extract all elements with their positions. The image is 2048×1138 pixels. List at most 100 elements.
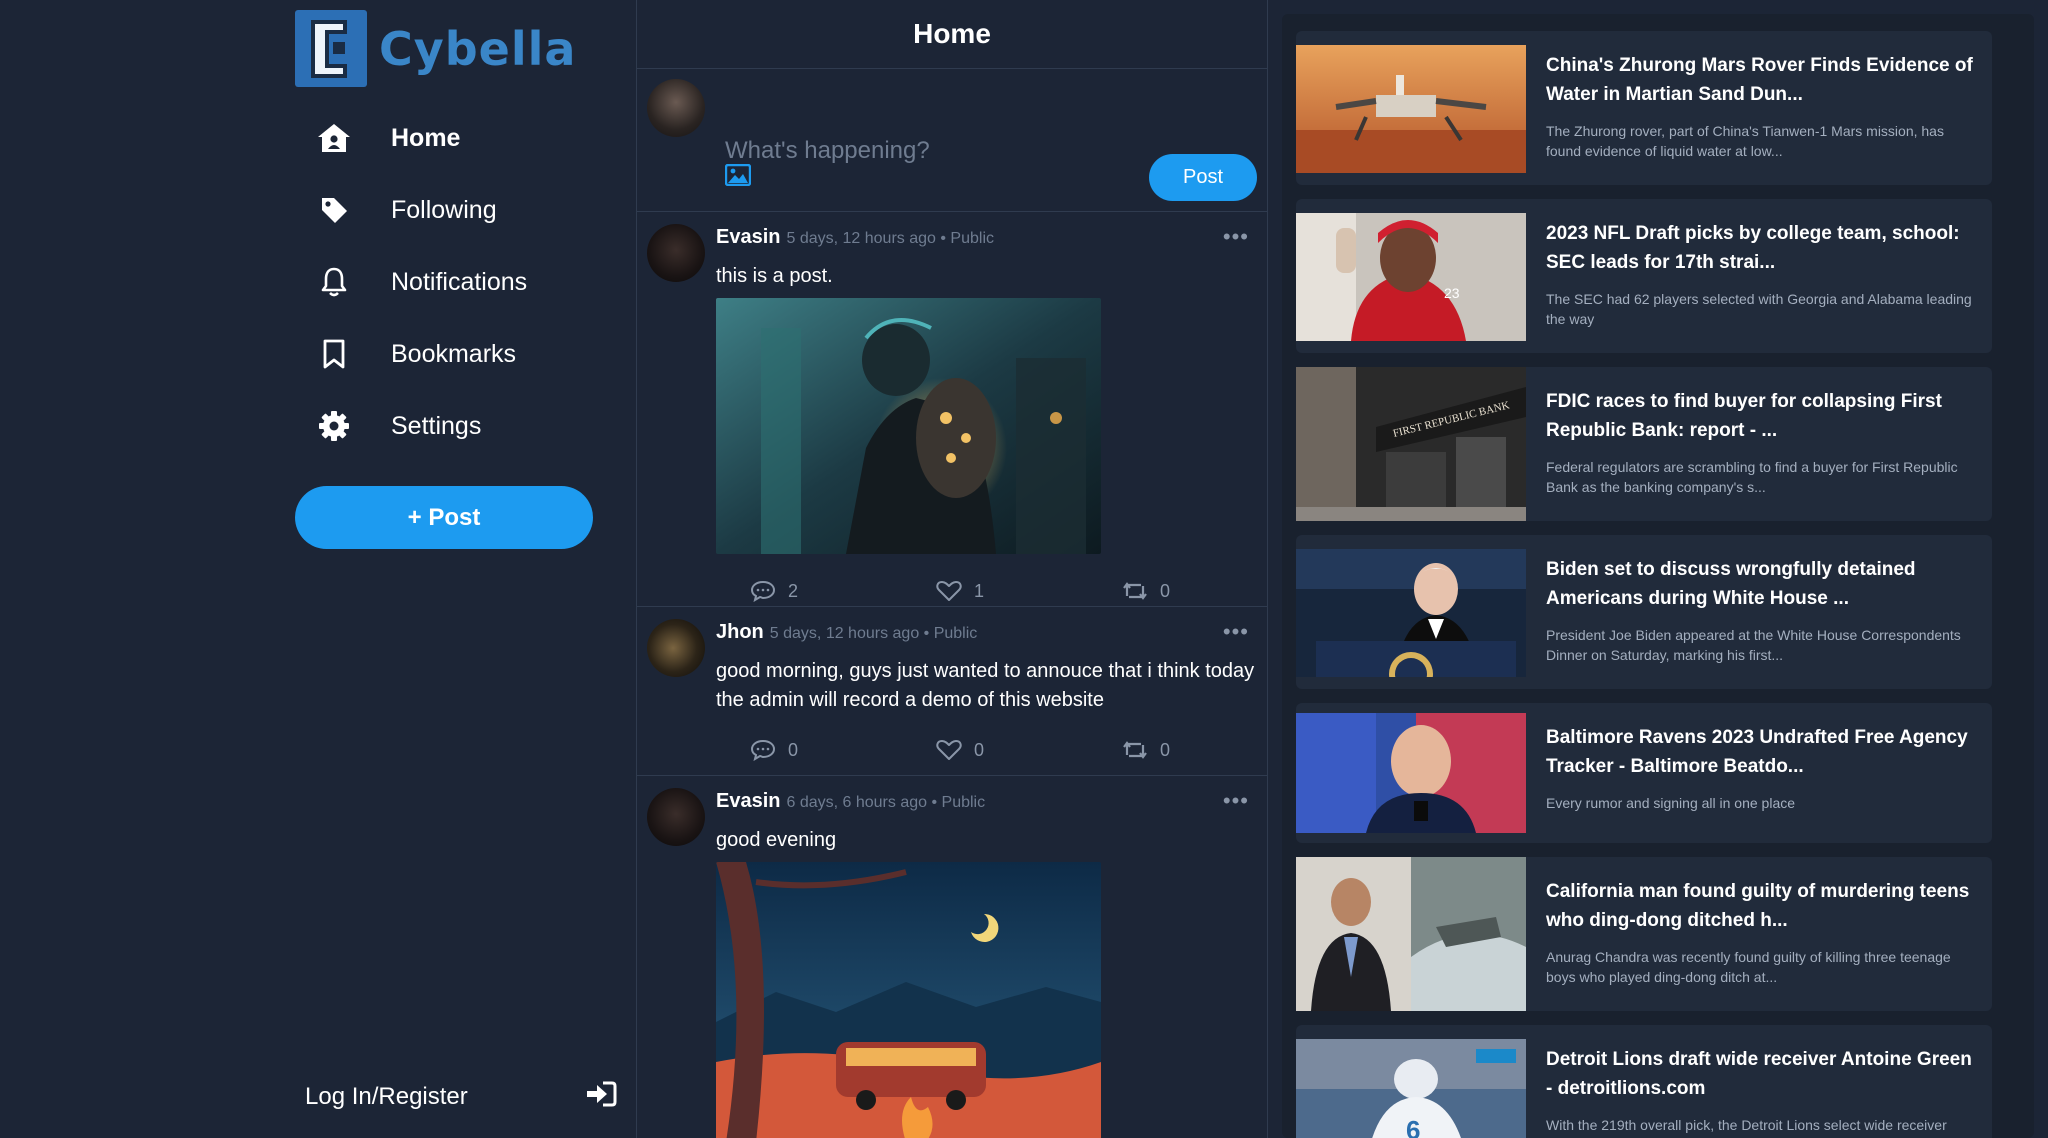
- post-author[interactable]: Jhon: [716, 621, 764, 644]
- more-options-icon[interactable]: •••: [1223, 619, 1249, 645]
- brand-name: Cybella: [379, 21, 577, 76]
- bell-icon: [315, 263, 353, 301]
- nav-label: Following: [391, 195, 497, 224]
- heart-icon: [936, 581, 962, 601]
- nav-item-notifications[interactable]: Notifications: [315, 246, 527, 318]
- comment-count: 0: [788, 739, 799, 760]
- like-count: 1: [973, 580, 984, 601]
- repost-button[interactable]: 0: [1122, 739, 1170, 761]
- news-title: China's Zhurong Mars Rover Finds Evidenc…: [1546, 55, 1973, 105]
- news-thumbnail: [1296, 549, 1526, 677]
- avatar: [647, 79, 705, 137]
- news-description: With the 219th overall pick, the Detroit…: [1546, 1117, 1947, 1138]
- sidebar-post-button[interactable]: + Post: [295, 486, 593, 549]
- post-image[interactable]: [716, 862, 1101, 1138]
- brand-logo[interactable]: Cybella: [295, 10, 576, 87]
- post-card: Evasin 6 days, 6 hours ago • Public ••• …: [637, 776, 1267, 1138]
- svg-text:23: 23: [1444, 285, 1460, 301]
- news-card[interactable]: Biden set to discuss wrongfully detained…: [1296, 535, 1992, 689]
- image-icon: [724, 163, 752, 187]
- post-author[interactable]: Evasin: [716, 790, 780, 813]
- repost-count: 0: [1159, 580, 1170, 601]
- post-card: Evasin 5 days, 12 hours ago • Public •••…: [637, 212, 1267, 607]
- post-text: this is a post.: [716, 265, 833, 287]
- like-button[interactable]: 0: [936, 739, 984, 761]
- app: Cybella Home Following Notifications Boo…: [0, 0, 2048, 1138]
- svg-text:6: 6: [1406, 1115, 1420, 1138]
- image-upload-button[interactable]: [724, 163, 752, 191]
- news-card[interactable]: FIRST REPUBLIC BANK FDIC races to find b…: [1296, 367, 1992, 521]
- logo-mark-icon: [295, 10, 367, 87]
- news-card[interactable]: Baltimore Ravens 2023 Undrafted Free Age…: [1296, 703, 1992, 843]
- news-title: 2023 NFL Draft picks by college team, sc…: [1546, 223, 1960, 273]
- news-thumbnail: FIRST REPUBLIC BANK: [1296, 367, 1526, 521]
- news-title: Biden set to discuss wrongfully detained…: [1546, 559, 1916, 609]
- heart-icon: [936, 740, 962, 760]
- more-options-icon[interactable]: •••: [1223, 788, 1249, 814]
- repost-button[interactable]: 0: [1122, 580, 1170, 602]
- nav-item-following[interactable]: Following: [315, 174, 527, 246]
- post-header: Evasin 6 days, 6 hours ago • Public: [716, 790, 985, 813]
- gear-icon: [315, 407, 353, 445]
- post-actions: 0 0 0: [750, 739, 1170, 761]
- news-thumbnail: [1296, 713, 1526, 833]
- main-nav: Home Following Notifications Bookmarks S…: [315, 102, 527, 462]
- avatar[interactable]: [647, 224, 705, 282]
- news-card[interactable]: 23 2023 NFL Draft picks by college team,…: [1296, 199, 1992, 353]
- bookmark-icon: [315, 335, 353, 373]
- nav-label: Bookmarks: [391, 339, 517, 368]
- login-register-link[interactable]: Log In/Register: [305, 1080, 617, 1113]
- avatar[interactable]: [647, 788, 705, 846]
- tag-icon: [315, 191, 353, 229]
- news-description: President Joe Biden appeared at the Whit…: [1546, 627, 1961, 663]
- post-text: good morning, guys just wanted to annouc…: [716, 660, 1255, 711]
- repost-icon: [1123, 582, 1147, 600]
- news-description: Anurag Chandra was recently found guilty…: [1546, 949, 1951, 985]
- nav-label: Notifications: [391, 267, 528, 296]
- nav-item-bookmarks[interactable]: Bookmarks: [315, 318, 527, 390]
- compose-post-button[interactable]: Post: [1149, 154, 1257, 201]
- compose-input[interactable]: [725, 137, 1225, 165]
- comment-icon: [750, 580, 776, 602]
- feed-header: Home: [637, 0, 1267, 69]
- post-header: Jhon 5 days, 12 hours ago • Public: [716, 621, 977, 644]
- nav-item-home[interactable]: Home: [315, 102, 527, 174]
- news-card[interactable]: 6 Detroit Lions draft wide receiver Anto…: [1296, 1025, 1992, 1138]
- news-thumbnail: [1296, 45, 1526, 173]
- more-options-icon[interactable]: •••: [1223, 224, 1249, 250]
- news-description: Federal regulators are scrambling to fin…: [1546, 459, 1958, 495]
- post-image[interactable]: [716, 298, 1101, 554]
- news-title: California man found guilty of murdering…: [1546, 881, 1970, 931]
- comment-button[interactable]: 0: [750, 739, 798, 761]
- news-description: The Zhurong rover, part of China's Tianw…: [1546, 123, 1944, 159]
- like-button[interactable]: 1: [936, 580, 984, 602]
- nav-item-settings[interactable]: Settings: [315, 390, 527, 462]
- news-thumbnail: [1296, 857, 1526, 1011]
- comment-button[interactable]: 2: [750, 580, 798, 602]
- post-actions: 2 1 0: [750, 580, 1170, 602]
- news-title: FDIC races to find buyer for collapsing …: [1546, 391, 1942, 441]
- like-count: 0: [973, 739, 984, 760]
- post-header: Evasin 5 days, 12 hours ago • Public: [716, 226, 994, 249]
- post-text: good evening: [716, 829, 837, 851]
- nav-label: Home: [391, 123, 461, 152]
- news-thumbnail: 6: [1296, 1039, 1526, 1138]
- post-author[interactable]: Evasin: [716, 226, 780, 249]
- sign-in-icon: [585, 1080, 617, 1113]
- news-thumbnail: 23: [1296, 213, 1526, 341]
- nav-label: Settings: [391, 411, 482, 440]
- news-card[interactable]: China's Zhurong Mars Rover Finds Evidenc…: [1296, 31, 1992, 185]
- login-label: Log In/Register: [305, 1082, 468, 1110]
- post-meta: 6 days, 6 hours ago • Public: [786, 794, 986, 811]
- left-sidebar: Cybella Home Following Notifications Boo…: [0, 0, 636, 1138]
- post-meta: 5 days, 12 hours ago • Public: [769, 625, 978, 642]
- home-icon: [315, 119, 353, 157]
- comment-icon: [750, 739, 776, 761]
- news-card[interactable]: California man found guilty of murdering…: [1296, 857, 1992, 1011]
- news-description: The SEC had 62 players selected with Geo…: [1546, 291, 1972, 327]
- repost-icon: [1123, 741, 1147, 759]
- news-title: Baltimore Ravens 2023 Undrafted Free Age…: [1546, 727, 1968, 777]
- news-description: Every rumor and signing all in one place: [1546, 795, 1796, 811]
- avatar[interactable]: [647, 619, 705, 677]
- post-meta: 5 days, 12 hours ago • Public: [786, 230, 994, 247]
